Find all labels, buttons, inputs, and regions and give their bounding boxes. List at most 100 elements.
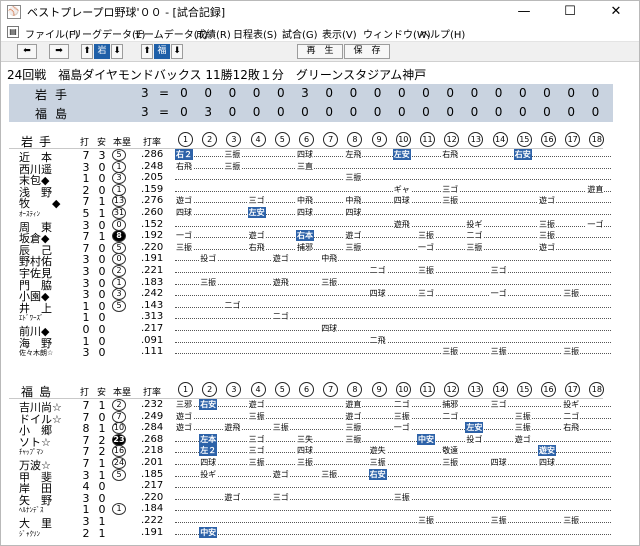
player-name: ｼﾞｬｸｿﾝ xyxy=(19,529,40,538)
player-row[interactable]: ｼﾞｬｸｿﾝ 2 1 .191 中安 xyxy=(1,526,637,540)
inning-label: 17 xyxy=(565,132,581,147)
batting-average: .201 xyxy=(141,457,164,468)
linescore-inning: 0 xyxy=(518,105,527,119)
at-bat-result: 二ゴ xyxy=(465,230,484,242)
menu-game[interactable]: 試合(G) xyxy=(282,26,318,41)
at-bat-result: 三振 xyxy=(489,515,508,526)
at-bat-result: 三邪 xyxy=(175,399,193,410)
inning-label: 7 xyxy=(323,382,339,397)
linescore-inning: 0 xyxy=(276,86,285,100)
next-arrow-icon[interactable]: ➡ xyxy=(49,44,69,59)
line-score: 岩手 3 = 0 0 0 0 0 3 0 0 0 0 0 0 0 0 0 0 0 0 福島 3 = 0 3 0 0 0 0 0 0 0 0 0 0 0 0… xyxy=(9,84,613,122)
player-row[interactable]: 佐々木朗☆ 3 0 .111 三振 三振 三振 xyxy=(1,346,637,359)
inning-label: 2 xyxy=(202,382,218,397)
batting-average: .091 xyxy=(141,334,164,346)
at-bat-result: 二ゴ xyxy=(392,399,411,410)
hit-result: 中安 xyxy=(199,526,218,538)
inning-label: 16 xyxy=(541,132,556,147)
at-bat-result: 遊ゴ xyxy=(271,468,290,480)
up-arrow-icon[interactable]: ⬆ xyxy=(141,44,153,59)
menu-help[interactable]: ヘルプ(H) xyxy=(420,26,465,41)
at-bat-result: 一ゴ xyxy=(489,288,508,300)
inning-label: 10 xyxy=(395,382,411,397)
document-icon[interactable]: ▤ xyxy=(7,26,19,38)
close-button[interactable]: ✕ xyxy=(593,1,639,23)
menu-stats[interactable]: 成績(R) xyxy=(196,26,231,41)
linescore-inning: 0 xyxy=(422,105,430,119)
minimize-button[interactable]: — xyxy=(501,1,547,23)
hits-header: 安 xyxy=(97,388,107,398)
at-bat-result: 中飛 xyxy=(344,195,363,207)
team2-toggle[interactable]: 福 xyxy=(154,44,170,59)
batting-average: .222 xyxy=(141,515,164,526)
inning-label: 13 xyxy=(468,382,484,397)
leader-dots xyxy=(175,258,611,262)
inning-label: 14 xyxy=(492,132,508,147)
menu-schedule[interactable]: 日程表(S) xyxy=(233,26,277,41)
hit-result: 左２ xyxy=(199,445,218,457)
home-runs: 24 xyxy=(112,457,126,469)
batting-average: .248 xyxy=(141,160,164,172)
batting-average: .159 xyxy=(141,183,164,195)
inning-label: 12 xyxy=(444,132,460,147)
at-bat-result: 三振 xyxy=(344,422,363,434)
linescore-inning: 0 xyxy=(325,105,333,119)
linescore-inning: 0 xyxy=(397,86,406,100)
replay-button[interactable]: 再 生 xyxy=(297,44,343,59)
at-bat-result: 右飛 xyxy=(562,422,581,434)
linescore-inning: 0 xyxy=(180,105,188,119)
at-bat-result: 遊飛 xyxy=(271,276,290,288)
maximize-button[interactable]: ☐ xyxy=(547,1,593,23)
batting-average: .217 xyxy=(141,480,164,492)
save-button[interactable]: 保 存 xyxy=(344,44,390,59)
linescore-equals: = xyxy=(159,86,170,100)
menu-file[interactable]: ファイル(F) xyxy=(25,26,79,41)
team1-toggle[interactable]: 岩 xyxy=(94,44,110,59)
inning-label: 8 xyxy=(347,382,363,397)
at-bat-result: 三振 xyxy=(489,346,508,358)
leader-dots xyxy=(175,508,611,512)
at-bat-result: 三振 xyxy=(271,422,290,434)
at-bat-result: 遊ゴ xyxy=(271,253,290,265)
down-arrow-icon[interactable]: ⬇ xyxy=(171,44,183,59)
at-bat-result: 遊ゴ xyxy=(513,433,532,445)
inning-label: 3 xyxy=(226,382,242,397)
at-bat-result: 三振 xyxy=(247,410,266,422)
game-record-panel: 24回戦 福島ダイヤモンドバックス 11勝12敗１分 グリーンスタジアム神戸 岩… xyxy=(1,63,639,545)
hit-result: 左安 xyxy=(392,149,411,160)
at-bat-result: 三振 xyxy=(417,230,435,242)
linescore-inning: 3 xyxy=(204,105,212,119)
hit-result: 遊安 xyxy=(538,445,556,457)
linescore-inning: 0 xyxy=(252,105,261,119)
leader-dots xyxy=(175,293,611,297)
linescore-inning: 0 xyxy=(325,86,333,100)
linescore-row: 岩手 3 = 0 0 0 0 0 3 0 0 0 0 0 0 0 0 0 0 0 0 xyxy=(9,84,613,103)
inning-label: 5 xyxy=(274,132,290,147)
linescore-inning: 0 xyxy=(349,105,358,119)
at-bat-result: 遊ゴ xyxy=(344,410,363,422)
linescore-inning: 0 xyxy=(373,105,382,119)
hit-result: 左本 xyxy=(199,433,218,445)
at-bat-result: 三振 xyxy=(538,218,556,230)
home-runs: 16 xyxy=(112,445,126,458)
at-bat-result: 二ゴ xyxy=(223,299,242,311)
at-bat-result: 投ゴ xyxy=(465,433,484,445)
up-arrow-icon[interactable]: ⬆ xyxy=(81,44,93,59)
home-runs: 1 xyxy=(112,503,126,516)
down-arrow-icon[interactable]: ⬇ xyxy=(111,44,123,59)
leader-dots xyxy=(175,212,611,215)
linescore-inning: 0 xyxy=(180,86,188,100)
linescore-inning: 0 xyxy=(591,105,600,119)
at-bat-result: 三失 xyxy=(296,433,314,445)
at-bat-result: 右飛 xyxy=(441,149,460,160)
inning-label: 15 xyxy=(516,132,532,147)
prev-arrow-icon[interactable]: ⬅ xyxy=(17,44,37,59)
at-bat-result: 三ゴ xyxy=(489,399,508,410)
home-runs: 0 xyxy=(112,218,126,231)
menu-view[interactable]: 表示(V) xyxy=(322,26,357,41)
at-bat-result: 四球 xyxy=(489,457,508,468)
hit-result: 右安 xyxy=(199,399,218,410)
batting-average: .184 xyxy=(141,503,164,515)
linescore-inning: 0 xyxy=(470,86,479,100)
batting-average: .191 xyxy=(141,253,164,265)
